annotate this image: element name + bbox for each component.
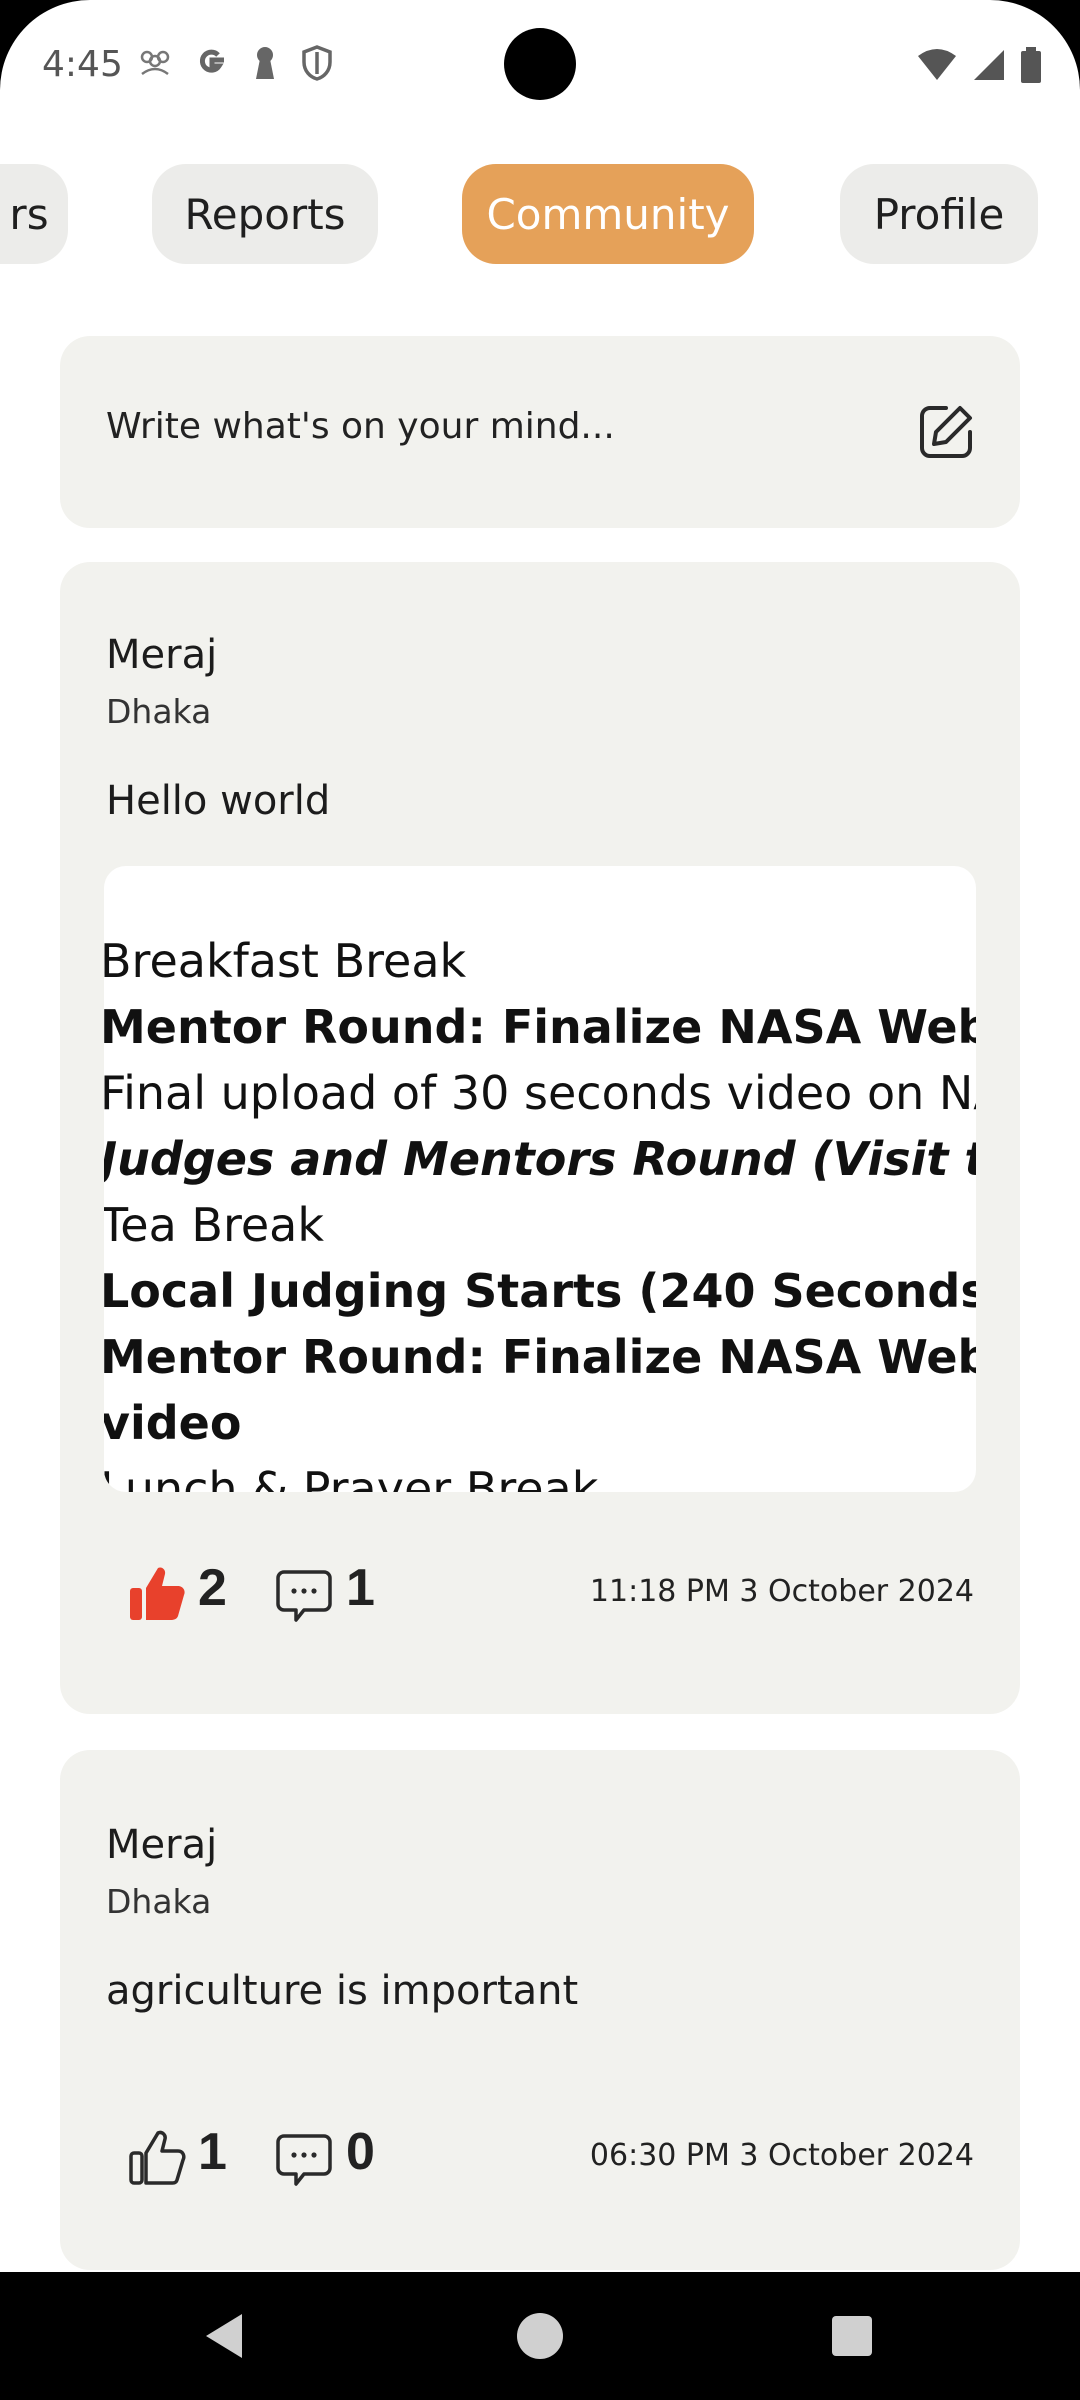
post-timestamp: 11:18 PM 3 October 2024: [589, 1574, 974, 1609]
system-navigation-bar: [0, 2272, 1080, 2400]
status-time: 4:45: [42, 44, 123, 85]
shield-icon: [302, 45, 332, 81]
tab-label: Reports: [184, 189, 346, 239]
top-tab-bar: rs Reports Community Profile: [0, 164, 1080, 264]
comment-icon[interactable]: [274, 1566, 334, 1626]
edit-icon[interactable]: [916, 402, 976, 462]
notification-icons: [138, 44, 334, 82]
keyhole-icon: [256, 47, 274, 79]
post-author: Meraj: [106, 1822, 218, 1868]
app-screen: 4:45 rs Reports Community Profile Write …: [0, 0, 1080, 2272]
post-card: Meraj Dhaka Hello world Breakfast Break …: [60, 562, 1020, 1714]
post-composer[interactable]: Write what's on your mind...: [60, 336, 1020, 528]
tab-profile[interactable]: Profile: [840, 164, 1038, 264]
image-text-line: Tea Break: [104, 1198, 324, 1252]
post-text: Hello world: [106, 778, 331, 824]
group-icon: [140, 50, 170, 76]
image-text-line: Mentor Round: Finalize NASA Website s: [104, 1000, 976, 1054]
tab-label: Community: [486, 189, 730, 239]
image-text-line: Mentor Round: Finalize NASA Websit: [104, 1330, 976, 1384]
like-count: 2: [198, 1559, 227, 1617]
status-bar: 4:45: [0, 0, 1080, 130]
like-count: 1: [198, 2123, 227, 2181]
tab-partial[interactable]: rs: [0, 164, 68, 264]
comment-count: 0: [346, 2123, 375, 2181]
front-camera: [504, 28, 576, 100]
post-actions: 2 1 11:18 PM 3 October 2024: [60, 1554, 1020, 1634]
system-icons: [916, 46, 1042, 84]
home-icon[interactable]: [510, 2306, 570, 2366]
image-text-line: Final upload of 30 seconds video on NAS: [104, 1066, 976, 1120]
post-image[interactable]: Breakfast Break Mentor Round: Finalize N…: [104, 866, 976, 1492]
post-timestamp: 06:30 PM 3 October 2024: [589, 2138, 974, 2173]
image-text-line: Judges and Mentors Round (Visit the Tea: [104, 1132, 976, 1186]
battery-icon: [1021, 47, 1041, 83]
image-text-line: Breakfast Break: [104, 934, 467, 988]
post-text: agriculture is important: [106, 1968, 579, 2014]
signal-icon: [974, 50, 1004, 80]
tab-label: rs: [9, 189, 49, 239]
comment-count: 1: [346, 1559, 375, 1617]
post-actions: 1 0 06:30 PM 3 October 2024: [60, 2118, 1020, 2198]
wifi-icon: [918, 49, 956, 80]
post-author: Meraj: [106, 632, 218, 678]
composer-placeholder: Write what's on your mind...: [106, 406, 615, 447]
google-icon: [199, 49, 224, 73]
tab-community[interactable]: Community: [462, 164, 754, 264]
tab-reports[interactable]: Reports: [152, 164, 378, 264]
comment-icon[interactable]: [274, 2130, 334, 2190]
recents-icon[interactable]: [822, 2306, 882, 2366]
image-text-line: Lunch & Prayer Break: [104, 1462, 599, 1492]
image-text-line: Local Judging Starts (240 Seconds of Glo: [104, 1264, 976, 1318]
thumbs-up-filled-icon[interactable]: [128, 1564, 186, 1622]
post-card: Meraj Dhaka agriculture is important 1 0…: [60, 1750, 1020, 2270]
post-location: Dhaka: [106, 692, 212, 731]
tab-label: Profile: [873, 189, 1005, 239]
post-location: Dhaka: [106, 1882, 212, 1921]
thumbs-up-outline-icon[interactable]: [128, 2128, 186, 2186]
image-text-line: video: [104, 1396, 242, 1450]
back-icon[interactable]: [196, 2306, 256, 2366]
